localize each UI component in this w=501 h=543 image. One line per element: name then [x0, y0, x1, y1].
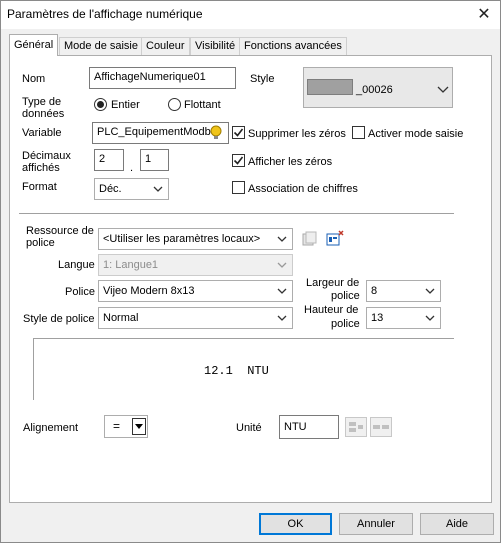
association-chiffres-checkbox[interactable] — [232, 181, 245, 194]
tab-fonctions-avancees[interactable]: Fonctions avancées — [239, 37, 347, 55]
decimaux-fraction-input[interactable]: 1 — [140, 149, 169, 171]
tab-panel-general — [9, 55, 492, 503]
hauteur-label-2: police — [331, 318, 360, 330]
afficher-zeros-checkbox[interactable] — [232, 154, 245, 167]
format-value: Déc. — [99, 183, 122, 195]
style-police-label: Style de police — [23, 313, 95, 325]
langue-label: Langue — [58, 259, 95, 271]
police-value: Vijeo Modern 8x13 — [103, 285, 195, 297]
style-swatch — [307, 79, 353, 95]
aide-button[interactable]: Aide — [420, 513, 494, 535]
chevron-down-icon — [277, 262, 287, 268]
hauteur-police-select[interactable]: 13 — [366, 307, 441, 329]
decimaux-entier-input[interactable]: 2 — [94, 149, 124, 171]
chevron-down-icon — [277, 236, 287, 242]
radio-entier-label: Entier — [111, 99, 140, 111]
radio-flottant[interactable] — [168, 98, 181, 111]
ok-button[interactable]: OK — [259, 513, 332, 535]
unit-position-left-icon[interactable] — [345, 417, 367, 437]
format-select[interactable]: Déc. — [94, 178, 169, 200]
variable-value: PLC_EquipementModb — [97, 126, 211, 138]
chevron-down-icon — [425, 288, 435, 294]
close-icon[interactable]: ✕ — [474, 5, 494, 25]
decimaux-dot: . — [130, 162, 134, 174]
police-label: Police — [65, 286, 95, 298]
font-resource-tool-icon[interactable] — [299, 229, 319, 249]
chevron-down-icon — [277, 315, 287, 321]
nom-input[interactable]: AffichageNumerique01 — [89, 67, 236, 89]
langue-select[interactable]: 1: Langue1 — [98, 254, 293, 276]
checkmark-icon — [233, 128, 244, 137]
unite-label: Unité — [236, 422, 262, 434]
unit-position-right-icon[interactable] — [370, 417, 392, 437]
dialog-window: Paramètres de l'affichage numérique ✕ Gé… — [0, 0, 501, 543]
association-chiffres-label: Association de chiffres — [248, 183, 358, 195]
largeur-label-2: police — [331, 290, 360, 302]
style-label: Style — [250, 73, 275, 85]
supprimer-zeros-label: Supprimer les zéros — [248, 128, 346, 140]
separator — [19, 213, 454, 214]
lightbulb-icon[interactable] — [209, 125, 223, 141]
radio-entier[interactable] — [94, 98, 107, 111]
type-label-2: données — [22, 108, 65, 120]
activer-saisie-label: Activer mode saisie — [368, 128, 464, 140]
annuler-button[interactable]: Annuler — [339, 513, 413, 535]
chevron-down-icon — [437, 86, 449, 93]
afficher-zeros-label: Afficher les zéros — [248, 156, 333, 168]
decimaux-label-1: Décimaux — [22, 150, 71, 162]
hauteur-label-1: Hauteur de — [304, 304, 359, 316]
style-value: _00026 — [356, 84, 393, 96]
align-center-icon: = — [113, 419, 121, 433]
police-select[interactable]: Vijeo Modern 8x13 — [98, 280, 293, 302]
alignement-select[interactable]: = — [104, 415, 148, 438]
langue-value: 1: Langue1 — [103, 259, 159, 271]
alignement-dropdown-button[interactable] — [132, 418, 146, 435]
supprimer-zeros-checkbox[interactable] — [232, 126, 245, 139]
largeur-police-value: 8 — [371, 285, 378, 297]
chevron-down-icon — [425, 315, 435, 321]
unite-input[interactable]: NTU — [279, 415, 339, 439]
type-label-1: Type de — [22, 96, 62, 108]
tab-general[interactable]: Général — [9, 34, 59, 56]
tab-mode-saisie[interactable]: Mode de saisie — [59, 37, 143, 55]
variable-label: Variable — [22, 127, 62, 139]
style-police-select[interactable]: Normal — [98, 307, 293, 329]
tab-visibilite[interactable]: Visibilité — [190, 37, 241, 55]
activer-saisie-checkbox[interactable] — [352, 126, 365, 139]
style-select[interactable]: _00026 — [303, 67, 453, 108]
ressource-police-select[interactable]: <Utiliser les paramètres locaux> — [98, 228, 293, 250]
ressource-label-1: Ressource de — [26, 225, 94, 237]
nom-label: Nom — [22, 73, 46, 85]
ressource-label-2: police — [26, 237, 55, 249]
ressource-police-value: <Utiliser les paramètres locaux> — [103, 233, 261, 245]
style-police-value: Normal — [103, 312, 139, 324]
caret-down-icon — [135, 424, 143, 429]
edit-resource-icon[interactable] — [325, 229, 345, 249]
checkmark-icon — [233, 156, 244, 165]
alignement-label: Alignement — [23, 422, 79, 434]
largeur-police-select[interactable]: 8 — [366, 280, 441, 302]
preview-text: 12.1 NTU — [204, 364, 269, 378]
largeur-label-1: Largeur de — [306, 277, 360, 289]
format-label: Format — [22, 181, 57, 193]
decimaux-label-2: affichés — [22, 162, 60, 174]
chevron-down-icon — [153, 186, 163, 192]
title-bar: Paramètres de l'affichage numérique ✕ — [1, 1, 500, 29]
hauteur-police-value: 13 — [371, 312, 384, 324]
radio-flottant-label: Flottant — [184, 99, 221, 111]
chevron-down-icon — [277, 288, 287, 294]
tab-couleur[interactable]: Couleur — [141, 37, 190, 55]
window-title: Paramètres de l'affichage numérique — [7, 7, 203, 21]
preview-area: 12.1 NTU — [33, 338, 454, 400]
